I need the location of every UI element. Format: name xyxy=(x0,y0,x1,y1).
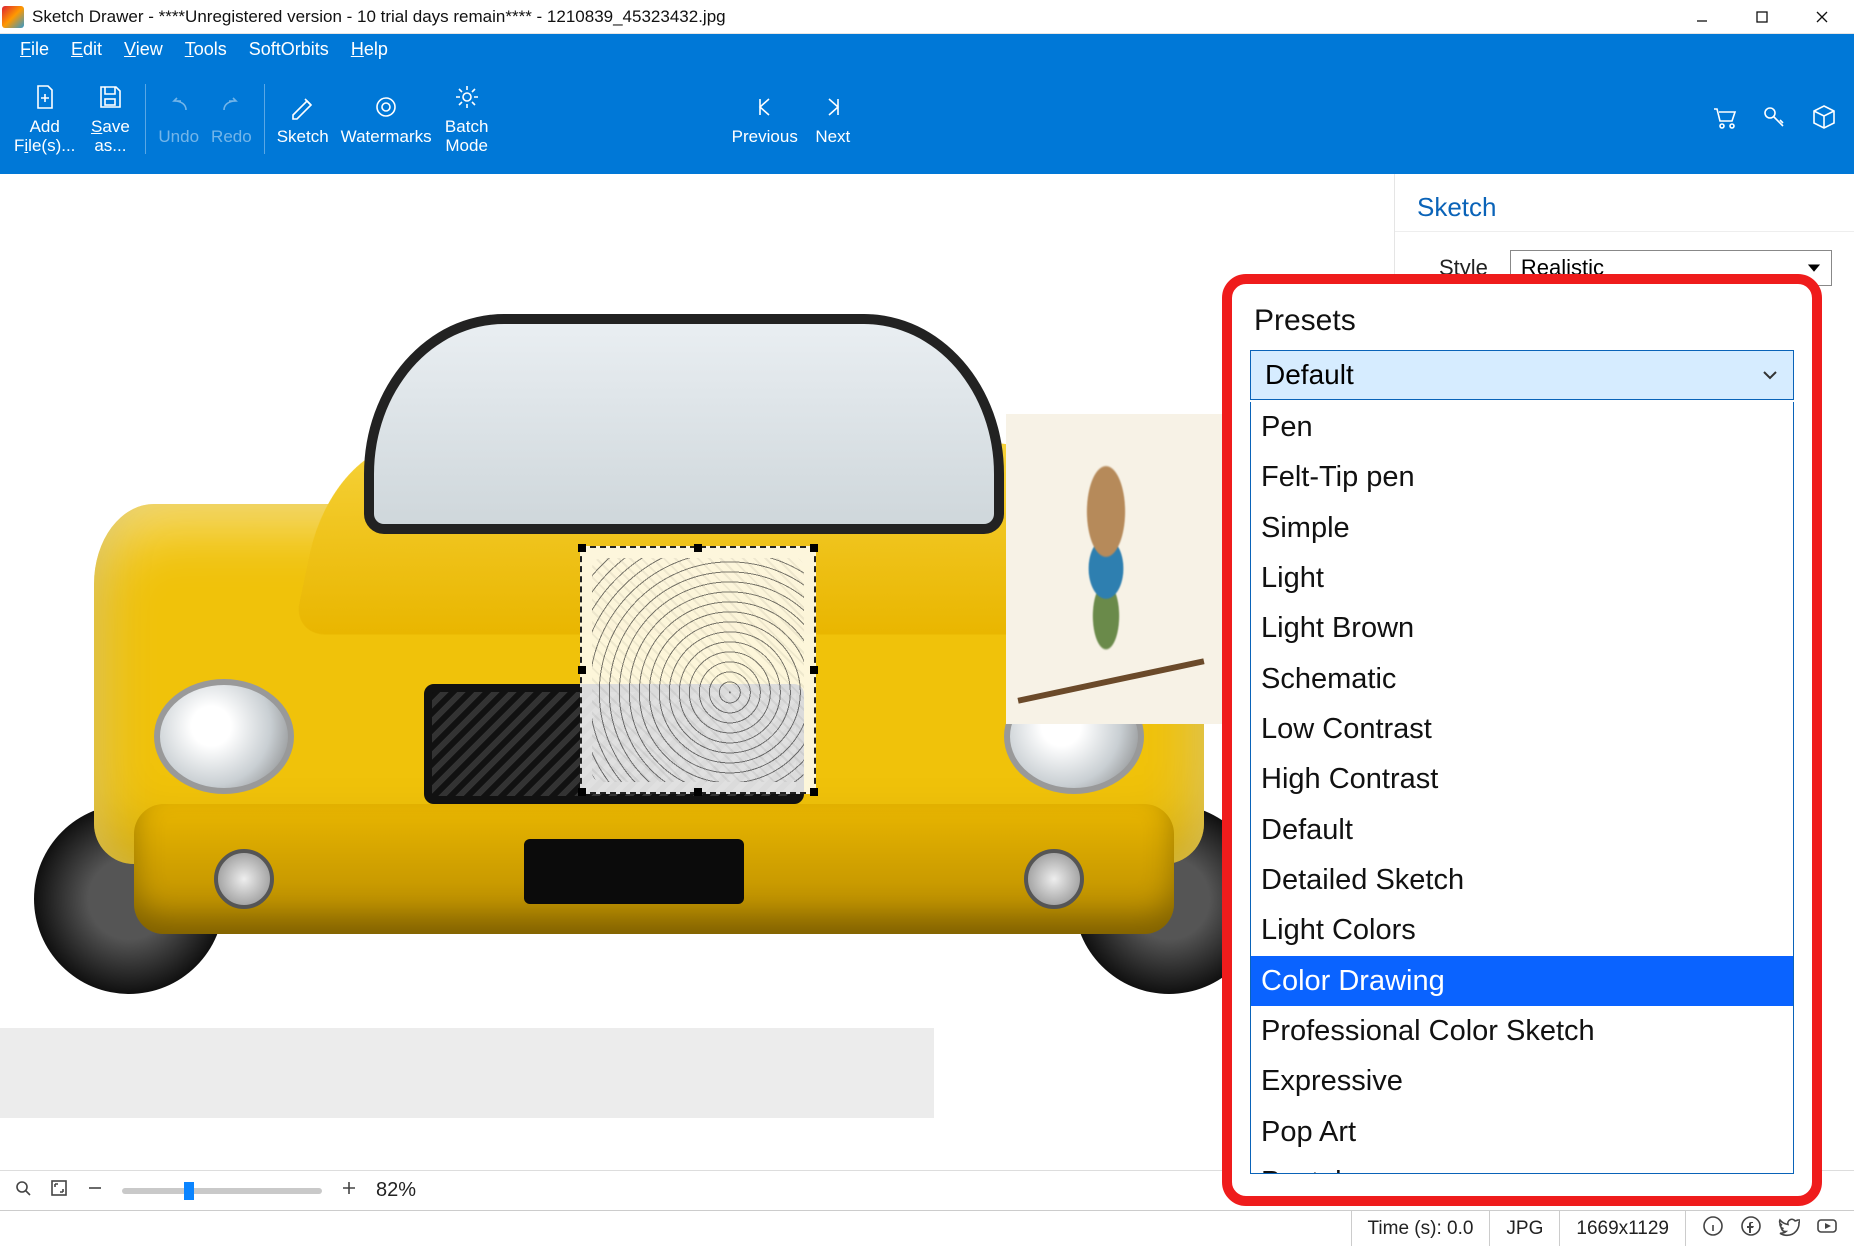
tab-sketch[interactable]: Sketch xyxy=(1395,174,1854,231)
zoom-slider-thumb[interactable] xyxy=(184,1182,194,1200)
arrow-right-icon xyxy=(818,92,848,122)
menu-tools[interactable]: Tools xyxy=(175,37,237,62)
preset-option[interactable]: Pen xyxy=(1251,402,1793,452)
watermarks-button[interactable]: Watermarks xyxy=(335,64,438,174)
add-files-label: AddFile(s)... xyxy=(14,118,75,155)
key-icon[interactable] xyxy=(1760,103,1788,136)
undo-icon xyxy=(164,92,194,122)
preset-option[interactable]: Light Brown xyxy=(1251,603,1793,653)
titlebar: Sketch Drawer - ****Unregistered version… xyxy=(0,0,1854,34)
menu-file[interactable]: File xyxy=(10,37,59,62)
previous-label: Previous xyxy=(732,128,798,147)
menu-view[interactable]: View xyxy=(114,37,173,62)
redo-icon xyxy=(216,92,246,122)
status-format: JPG xyxy=(1489,1211,1559,1246)
next-label: Next xyxy=(815,128,850,147)
preset-option[interactable]: Expressive xyxy=(1251,1056,1793,1106)
twitter-icon[interactable] xyxy=(1778,1215,1800,1243)
app-icon xyxy=(2,6,24,28)
save-as-label: Saveas... xyxy=(91,118,130,155)
batch-mode-label: BatchMode xyxy=(445,118,488,155)
preset-option[interactable]: Professional Color Sketch xyxy=(1251,1006,1793,1056)
sketch-label: Sketch xyxy=(277,128,329,147)
preset-option[interactable]: Simple xyxy=(1251,503,1793,553)
add-file-icon xyxy=(30,82,60,112)
preset-option[interactable]: High Contrast xyxy=(1251,754,1793,804)
presets-heading: Presets xyxy=(1254,304,1790,338)
zoom-in-icon[interactable] xyxy=(340,1179,358,1202)
add-files-button[interactable]: AddFile(s)... xyxy=(8,64,81,174)
preset-option[interactable]: Light Colors xyxy=(1251,905,1793,955)
presets-list[interactable]: PenFelt-Tip penSimpleLightLight BrownSch… xyxy=(1250,402,1794,1174)
youtube-icon[interactable] xyxy=(1816,1215,1838,1243)
preset-option[interactable]: Default xyxy=(1251,805,1793,855)
menu-edit[interactable]: Edit xyxy=(61,37,112,62)
sketch-icon xyxy=(288,92,318,122)
cube-icon[interactable] xyxy=(1810,103,1838,136)
selection-rectangle[interactable] xyxy=(580,546,816,794)
next-button[interactable]: Next xyxy=(804,64,862,174)
cart-icon[interactable] xyxy=(1710,103,1738,136)
zoom-out-icon[interactable] xyxy=(86,1179,104,1202)
separator xyxy=(145,84,146,154)
menu-softorbits[interactable]: SoftOrbits xyxy=(239,37,339,62)
preset-option[interactable]: Schematic xyxy=(1251,654,1793,704)
undo-button[interactable]: Undo xyxy=(152,64,205,174)
close-button[interactable] xyxy=(1792,0,1852,34)
presets-selected: Default xyxy=(1265,359,1354,391)
preset-option[interactable]: Pop Art xyxy=(1251,1107,1793,1157)
save-icon xyxy=(95,82,125,112)
preset-option[interactable]: Light xyxy=(1251,553,1793,603)
arrow-left-icon xyxy=(750,92,780,122)
statusbar: Time (s): 0.0 JPG 1669x1129 xyxy=(0,1210,1854,1246)
preset-option[interactable]: Low Contrast xyxy=(1251,704,1793,754)
presets-combobox[interactable]: Default xyxy=(1250,350,1794,400)
facebook-icon[interactable] xyxy=(1740,1215,1762,1243)
status-time: Time (s): 0.0 xyxy=(1351,1211,1490,1246)
fit-screen-icon[interactable] xyxy=(50,1179,68,1202)
zoom-percent: 82% xyxy=(376,1179,416,1202)
window-title: Sketch Drawer - ****Unregistered version… xyxy=(32,7,1672,27)
sketch-button[interactable]: Sketch xyxy=(271,64,335,174)
toolbar-right-icons xyxy=(1710,64,1838,174)
info-icon[interactable] xyxy=(1702,1215,1724,1243)
preset-option[interactable]: Color Drawing xyxy=(1251,956,1793,1006)
zoom-slider[interactable] xyxy=(122,1188,322,1194)
redo-button[interactable]: Redo xyxy=(205,64,258,174)
watermarks-label: Watermarks xyxy=(341,128,432,147)
separator xyxy=(264,84,265,154)
menu-help[interactable]: Help xyxy=(341,37,398,62)
redo-label: Redo xyxy=(211,128,252,147)
watermark-icon xyxy=(371,92,401,122)
gear-icon xyxy=(452,82,482,112)
undo-label: Undo xyxy=(158,128,199,147)
preset-option[interactable]: Pastel xyxy=(1251,1157,1793,1174)
chevron-down-icon xyxy=(1761,366,1779,384)
toolbar: AddFile(s)... Saveas... Undo Redo Sketch… xyxy=(0,64,1854,174)
batch-mode-button[interactable]: BatchMode xyxy=(438,64,496,174)
save-as-button[interactable]: Saveas... xyxy=(81,64,139,174)
minimize-button[interactable] xyxy=(1672,0,1732,34)
status-dimensions: 1669x1129 xyxy=(1559,1211,1685,1246)
menubar: File Edit View Tools SoftOrbits Help xyxy=(0,34,1854,64)
canvas[interactable] xyxy=(0,174,1394,1118)
preview-thumbnail xyxy=(1006,414,1226,724)
maximize-button[interactable] xyxy=(1732,0,1792,34)
preset-option[interactable]: Detailed Sketch xyxy=(1251,855,1793,905)
canvas-padding xyxy=(0,1028,934,1118)
zoom-reset-icon[interactable] xyxy=(14,1179,32,1202)
preset-option[interactable]: Felt-Tip pen xyxy=(1251,452,1793,502)
previous-button[interactable]: Previous xyxy=(726,64,804,174)
presets-popup: Presets Default PenFelt-Tip penSimpleLig… xyxy=(1222,274,1822,1206)
